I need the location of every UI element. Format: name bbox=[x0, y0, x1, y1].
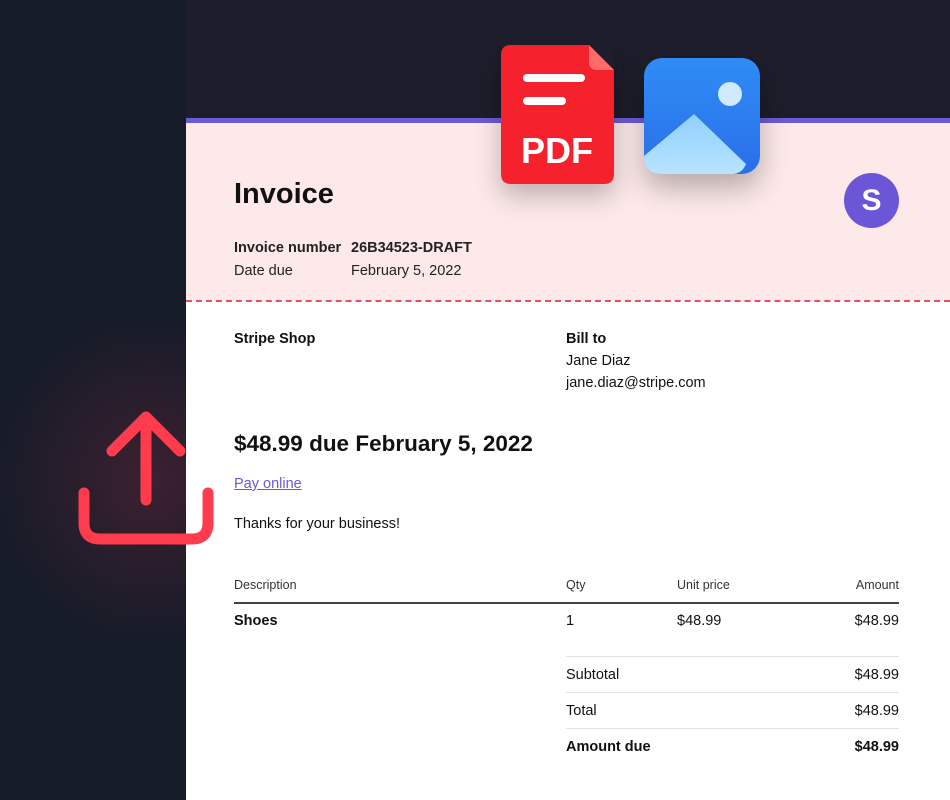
header-qty: Qty bbox=[566, 578, 586, 592]
pay-online-link[interactable]: Pay online bbox=[234, 476, 302, 492]
subtotal-divider bbox=[566, 656, 899, 657]
amount-due-heading: $48.99 due February 5, 2022 bbox=[234, 431, 533, 456]
customer-email: jane.diaz@stripe.com bbox=[566, 375, 706, 391]
pdf-file-icon[interactable]: PDF bbox=[501, 45, 614, 184]
thanks-message: Thanks for your business! bbox=[234, 516, 401, 532]
image-file-icon[interactable] bbox=[644, 58, 760, 174]
item-description: Shoes bbox=[234, 613, 278, 629]
amount-due-label: Amount due bbox=[566, 739, 651, 755]
date-due-value: February 5, 2022 bbox=[351, 263, 462, 279]
total-divider bbox=[566, 692, 899, 693]
left-panel bbox=[0, 0, 186, 800]
pdf-label: PDF bbox=[521, 130, 593, 171]
bill-to-block: Bill to Jane Diaz jane.diaz@stripe.com bbox=[566, 328, 706, 394]
table-header: Description Qty Unit price Amount bbox=[234, 578, 899, 598]
item-amount: $48.99 bbox=[854, 613, 899, 629]
subtotal-label: Subtotal bbox=[566, 667, 620, 683]
bill-to-label: Bill to bbox=[566, 331, 607, 347]
date-due-label: Date due bbox=[234, 263, 293, 279]
amount-due-value: $48.99 bbox=[854, 739, 899, 755]
item-qty: 1 bbox=[566, 613, 575, 629]
invoice-title: Invoice bbox=[234, 178, 334, 210]
subtotal-value: $48.99 bbox=[854, 667, 899, 683]
total-label: Total bbox=[566, 703, 597, 719]
header-unit-price: Unit price bbox=[677, 578, 730, 592]
upload-icon[interactable] bbox=[76, 405, 216, 550]
customer-name: Jane Diaz bbox=[566, 353, 631, 369]
company-logo: S bbox=[844, 173, 899, 228]
invoice-number-label: Invoice number bbox=[234, 240, 342, 256]
item-unit-price: $48.99 bbox=[677, 613, 722, 629]
total-value: $48.99 bbox=[854, 703, 899, 719]
header-description: Description bbox=[234, 578, 297, 592]
seller-name: Stripe Shop bbox=[234, 331, 316, 347]
header-divider bbox=[234, 602, 899, 604]
dashed-divider bbox=[186, 300, 950, 302]
invoice-number-value: 26B34523-DRAFT bbox=[351, 240, 472, 256]
amount-due-divider bbox=[566, 728, 899, 729]
date-due-row: Date due February 5, 2022 bbox=[234, 263, 461, 279]
invoice-card: Invoice S Invoice number 26B34523-DRAFT D… bbox=[186, 118, 950, 800]
invoice-number-row: Invoice number 26B34523-DRAFT bbox=[234, 240, 472, 256]
table-row: Shoes 1 $48.99 $48.99 bbox=[234, 613, 899, 633]
header-amount: Amount bbox=[855, 578, 899, 592]
